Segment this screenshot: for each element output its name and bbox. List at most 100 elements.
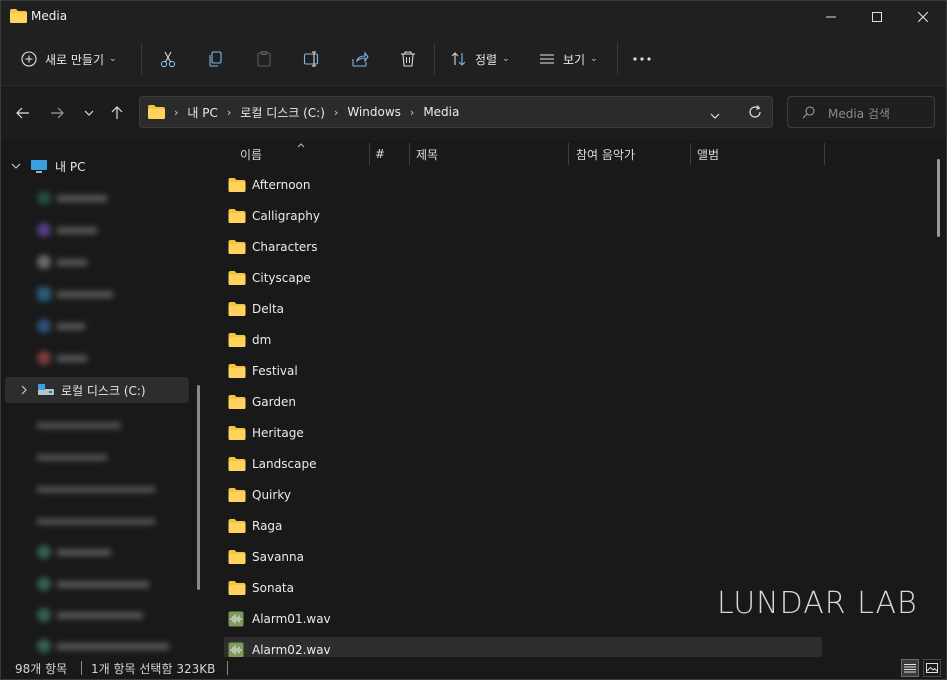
breadcrumb: › 내 PC › 로컬 디스크 (C:) › Windows › Media [174, 97, 459, 127]
scissors-icon [160, 51, 176, 68]
tree-item-local-disk[interactable]: 로컬 디스크 (C:) [5, 377, 189, 403]
obscured-tree-item[interactable] [37, 514, 157, 528]
file-row[interactable]: Raga [224, 513, 804, 539]
column-divider[interactable] [824, 143, 825, 165]
column-header-album[interactable]: 앨범 [697, 141, 719, 167]
file-name: Calligraphy [252, 209, 320, 223]
minimize-button[interactable] [808, 1, 854, 33]
obscured-tree-item[interactable] [37, 450, 111, 464]
file-row[interactable]: Cityscape [224, 265, 804, 291]
file-row[interactable]: dm [224, 327, 804, 353]
address-history-button[interactable] [710, 108, 720, 122]
up-button[interactable] [105, 100, 129, 126]
search-placeholder: Media 검색 [828, 107, 890, 121]
column-divider[interactable] [568, 143, 569, 165]
close-button[interactable] [900, 1, 946, 33]
thumbnail-view-icon [926, 663, 938, 673]
folder-icon [228, 333, 246, 347]
file-row[interactable]: Festival [224, 358, 804, 384]
column-header-artist[interactable]: 참여 음악가 [576, 141, 635, 167]
chevron-down-icon [710, 113, 720, 119]
breadcrumb-item-local-disk[interactable]: 로컬 디스크 (C:) [240, 104, 325, 121]
trash-icon [401, 51, 415, 67]
delete-button[interactable] [399, 43, 417, 75]
column-divider[interactable] [369, 143, 370, 165]
status-divider [227, 661, 228, 675]
breadcrumb-item-this-pc[interactable]: 내 PC [187, 104, 217, 121]
column-divider[interactable] [690, 143, 691, 165]
obscured-tree-item[interactable] [37, 418, 127, 432]
obscured-tree-item[interactable] [37, 482, 157, 496]
obscured-tree-item[interactable] [37, 191, 111, 205]
file-name: Garden [252, 395, 296, 409]
copy-button[interactable] [207, 43, 225, 75]
column-header-title[interactable]: 제목 [416, 141, 438, 167]
folder-icon [228, 302, 246, 316]
obscured-tree-item[interactable] [37, 545, 117, 559]
details-view-button[interactable] [901, 659, 919, 677]
folder-icon [228, 363, 246, 379]
file-row[interactable]: Savanna [224, 544, 804, 570]
file-row[interactable]: Quirky [224, 482, 804, 508]
more-options-button[interactable] [632, 43, 652, 75]
file-list-scrollbar[interactable] [937, 159, 940, 237]
arrow-left-icon [16, 107, 29, 119]
rename-button[interactable] [303, 43, 321, 75]
file-name: Afternoon [252, 178, 311, 192]
arrow-up-icon [111, 106, 123, 119]
copy-icon [209, 51, 222, 67]
view-button[interactable]: 보기 ⌄ [538, 43, 598, 75]
obscured-tree-item[interactable] [37, 351, 111, 365]
cut-button[interactable] [159, 43, 177, 75]
share-button[interactable] [351, 43, 369, 75]
arrow-right-icon [51, 107, 64, 119]
file-row[interactable]: Delta [224, 296, 804, 322]
refresh-button[interactable] [748, 105, 762, 122]
drive-icon [38, 384, 54, 395]
file-name: Festival [252, 364, 298, 378]
new-button[interactable]: 새로 만들기 ⌄ [21, 43, 117, 75]
obscured-tree-item[interactable] [37, 577, 153, 591]
minimize-icon [826, 16, 836, 18]
file-row[interactable]: Calligraphy [224, 203, 804, 229]
tree-item-this-pc[interactable]: 내 PC [1, 153, 189, 179]
forward-button[interactable] [45, 100, 69, 126]
address-bar[interactable]: › 내 PC › 로컬 디스크 (C:) › Windows › Media [139, 96, 773, 128]
window-title: Media [31, 9, 68, 23]
obscured-tree-item[interactable] [37, 319, 111, 333]
column-header-number[interactable]: # [375, 141, 385, 167]
folder-icon [228, 487, 246, 503]
folder-icon [228, 549, 246, 565]
file-row[interactable]: Heritage [224, 420, 804, 446]
folder-icon [228, 518, 246, 534]
maximize-button[interactable] [854, 1, 900, 33]
breadcrumb-item-media[interactable]: Media [423, 105, 459, 119]
back-button[interactable] [11, 100, 35, 126]
column-header-name[interactable]: 이름 [240, 141, 262, 167]
file-row[interactable]: Alarm02.wav [224, 637, 822, 657]
sort-button[interactable]: 정렬 ⌄ [450, 43, 510, 75]
file-name: Savanna [252, 550, 304, 564]
breadcrumb-item-windows[interactable]: Windows [347, 105, 401, 119]
file-name: Alarm02.wav [252, 643, 331, 657]
recent-locations-button[interactable] [77, 100, 101, 126]
file-row[interactable]: Garden [224, 389, 804, 415]
thumbnail-view-button[interactable] [923, 659, 941, 677]
obscured-tree-item[interactable] [37, 287, 117, 301]
file-row[interactable]: Landscape [224, 451, 804, 477]
obscured-tree-item[interactable] [37, 639, 173, 653]
paste-button[interactable] [255, 43, 273, 75]
obscured-tree-item[interactable] [37, 608, 147, 622]
folder-icon [228, 580, 246, 596]
column-header-label: 이름 [240, 147, 263, 162]
navigation-pane-scrollbar[interactable] [197, 385, 200, 590]
file-name: Landscape [252, 457, 317, 471]
obscured-tree-item[interactable] [37, 255, 111, 269]
file-row[interactable]: Characters [224, 234, 804, 260]
share-icon [352, 51, 369, 67]
search-input[interactable]: Media 검색 [787, 96, 935, 128]
file-row[interactable]: Afternoon [224, 172, 804, 198]
obscured-tree-item[interactable] [37, 223, 111, 237]
folder-icon [228, 581, 246, 595]
column-divider[interactable] [409, 143, 410, 165]
